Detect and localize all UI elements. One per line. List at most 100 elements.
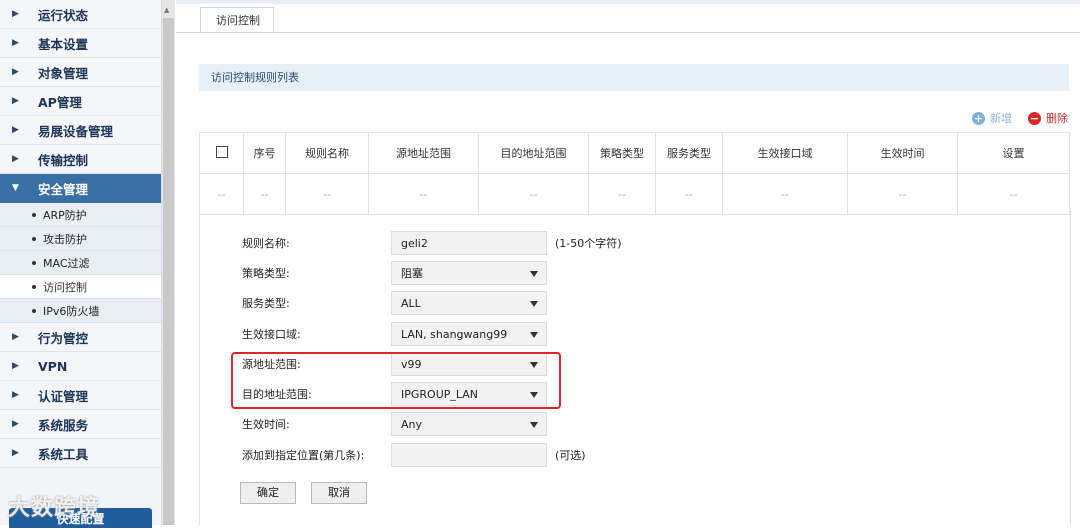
- bullet-icon: [32, 284, 36, 289]
- table-cell: --: [199, 173, 244, 215]
- highlight-box: [231, 352, 561, 409]
- chevron-right-icon: ▶: [12, 125, 19, 135]
- nav-item-system-tools[interactable]: ▶ 系统工具: [0, 439, 161, 468]
- sub-item-label: MAC过滤: [43, 256, 90, 270]
- nav-item-basic-settings[interactable]: ▶ 基本设置: [0, 29, 161, 58]
- nav-item-label: 行为管控: [38, 330, 89, 346]
- position-hint: (可选): [555, 449, 586, 462]
- rule-name-label: 规则名称:: [242, 237, 290, 250]
- add-button[interactable]: + 新增: [972, 110, 1012, 126]
- chevron-down-icon: ▼: [12, 183, 19, 193]
- minus-icon: −: [1028, 111, 1041, 125]
- sidebar: ▶ 运行状态 ▶ 基本设置 ▶ 对象管理 ▶ AP管理 ▶ 易展设备管理 ▶ 传输控制 ▼ 安…: [0, 0, 162, 528]
- top-bar: [176, 0, 1080, 4]
- position-label: 添加到指定位置(第几条):: [242, 449, 365, 462]
- chevron-right-icon: ▶: [12, 361, 19, 371]
- plus-icon: +: [972, 111, 985, 125]
- service-type-value: ALL: [401, 296, 421, 310]
- table-cell: --: [478, 173, 589, 215]
- nav-item-ap-management[interactable]: ▶ AP管理: [0, 87, 161, 116]
- add-label: 新增: [990, 112, 1012, 125]
- interface-value: LAN, shangwang99: [401, 327, 508, 341]
- chevron-right-icon: ▶: [12, 96, 19, 106]
- column-header: 目的地址范围: [478, 132, 589, 174]
- rule-name-row: 规则名称: geli2 (1-50个字符): [242, 230, 622, 256]
- chevron-right-icon: ▶: [12, 390, 19, 400]
- table-cell: --: [847, 173, 958, 215]
- scrollbar-thumb[interactable]: [163, 18, 174, 525]
- panel-title: 访问控制规则列表: [199, 64, 1069, 91]
- chevron-right-icon: ▶: [12, 9, 19, 19]
- chevron-right-icon: ▶: [12, 332, 19, 342]
- bullet-icon: [32, 212, 36, 217]
- sub-item-label: IPv6防火墙: [43, 304, 100, 318]
- rule-name-hint: (1-50个字符): [555, 237, 622, 250]
- chevron-right-icon: ▶: [12, 448, 19, 458]
- table-cell: --: [285, 173, 369, 215]
- dropdown-arrow-icon: [530, 422, 538, 428]
- service-type-label: 服务类型:: [242, 297, 290, 310]
- nav-item-transmission-control[interactable]: ▶ 传输控制: [0, 145, 161, 174]
- position-input[interactable]: [391, 443, 547, 467]
- tab-access-control[interactable]: 访问控制: [200, 7, 274, 33]
- policy-type-row: 策略类型: 阻塞: [242, 260, 547, 286]
- select-all-checkbox[interactable]: [215, 145, 228, 158]
- table-cell: --: [655, 173, 723, 215]
- delete-button[interactable]: − 删除: [1028, 110, 1068, 126]
- nav-item-security-management[interactable]: ▼ 安全管理: [0, 174, 161, 203]
- sidebar-scrollbar[interactable]: ▲: [162, 0, 175, 525]
- sub-item-access-control[interactable]: 访问控制: [0, 275, 161, 299]
- chevron-right-icon: ▶: [12, 154, 19, 164]
- sub-item-label: ARP防护: [43, 208, 87, 222]
- service-type-select[interactable]: ALL: [391, 291, 547, 315]
- cancel-button[interactable]: 取消: [311, 482, 367, 504]
- sub-item-attack-protection[interactable]: 攻击防护: [0, 227, 161, 251]
- rule-name-value: geli2: [401, 236, 428, 250]
- interface-select[interactable]: LAN, shangwang99: [391, 322, 547, 346]
- table-cell: --: [368, 173, 479, 215]
- policy-type-select[interactable]: 阻塞: [391, 261, 547, 285]
- nav-item-auth-management[interactable]: ▶ 认证管理: [0, 381, 161, 410]
- nav-item-behavior-control[interactable]: ▶ 行为管控: [0, 323, 161, 352]
- sub-item-label: 攻击防护: [43, 232, 87, 246]
- nav-item-label: 基本设置: [38, 36, 89, 52]
- nav-item-label: 易展设备管理: [38, 123, 114, 139]
- column-header: 生效接口域: [722, 132, 848, 174]
- rule-name-input[interactable]: geli2: [391, 231, 547, 255]
- dropdown-arrow-icon: [530, 332, 538, 338]
- nav-item-label: 传输控制: [38, 152, 89, 168]
- column-header: 规则名称: [285, 132, 369, 174]
- table-row: -- -- -- -- -- -- -- -- -- --: [199, 173, 1070, 215]
- chevron-right-icon: ▶: [12, 38, 19, 48]
- time-value: Any: [401, 417, 423, 431]
- scroll-up-icon[interactable]: ▲: [164, 6, 169, 14]
- nav-item-system-services[interactable]: ▶ 系统服务: [0, 410, 161, 439]
- dropdown-arrow-icon: [530, 271, 538, 277]
- column-header: 设置: [957, 132, 1070, 174]
- nav-item-status[interactable]: ▶ 运行状态: [0, 0, 161, 29]
- policy-type-value: 阻塞: [401, 267, 423, 280]
- nav-item-label: 系统工具: [38, 446, 89, 462]
- sub-item-arp[interactable]: ARP防护: [0, 203, 161, 227]
- column-header: 生效时间: [847, 132, 958, 174]
- sub-item-mac-filter[interactable]: MAC过滤: [0, 251, 161, 275]
- select-all-cell[interactable]: [199, 132, 244, 174]
- sub-item-ipv6-firewall[interactable]: IPv6防火墙: [0, 299, 161, 323]
- confirm-button[interactable]: 确定: [240, 482, 296, 504]
- bullet-icon: [32, 260, 36, 265]
- time-row: 生效时间: Any: [242, 411, 547, 437]
- nav-item-object-management[interactable]: ▶ 对象管理: [0, 58, 161, 87]
- time-select[interactable]: Any: [391, 412, 547, 436]
- nav-item-label: 系统服务: [38, 417, 89, 433]
- column-header: 策略类型: [588, 132, 656, 174]
- column-header: 源地址范围: [368, 132, 479, 174]
- interface-label: 生效接口域:: [242, 328, 301, 341]
- interface-row: 生效接口域: LAN, shangwang99: [242, 321, 547, 347]
- nav-item-label: 安全管理: [38, 181, 89, 197]
- dropdown-arrow-icon: [530, 301, 538, 307]
- nav-item-device-management[interactable]: ▶ 易展设备管理: [0, 116, 161, 145]
- bullet-icon: [32, 236, 36, 241]
- column-header: 序号: [243, 132, 286, 174]
- bullet-icon: [32, 308, 36, 313]
- nav-item-vpn[interactable]: ▶ VPN: [0, 352, 161, 381]
